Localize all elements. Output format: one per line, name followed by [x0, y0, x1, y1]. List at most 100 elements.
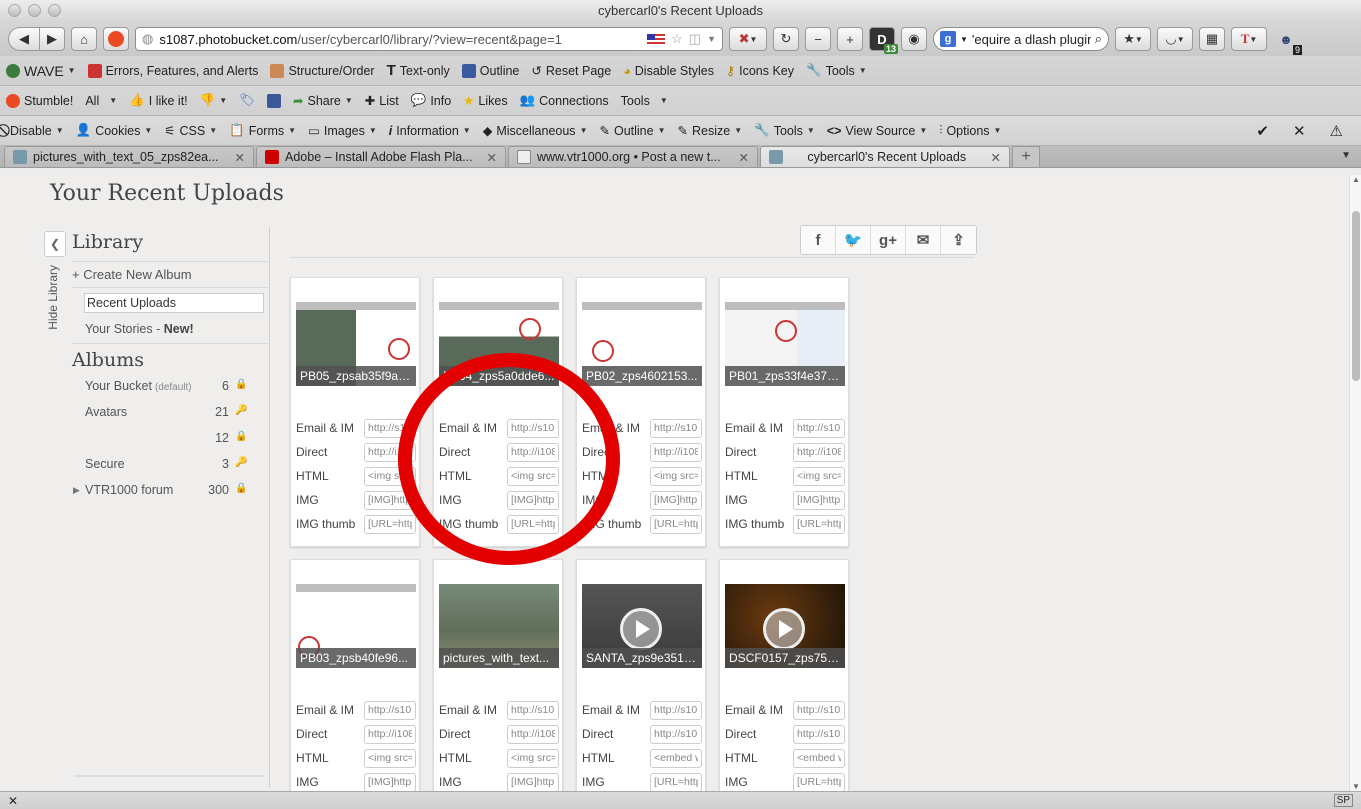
pocket-button[interactable]: ◡ ▼ — [1157, 27, 1193, 51]
media-card[interactable]: PB02_zps4602153... Email & IM Direct HTML IM… — [576, 277, 706, 547]
link-code-field[interactable] — [650, 724, 702, 744]
minimize-window-button[interactable] — [28, 4, 41, 17]
your-stories-link[interactable]: Your Stories - New! — [85, 322, 194, 336]
info-button[interactable]: 💬 Info — [411, 93, 451, 108]
link-code-field[interactable] — [650, 490, 702, 510]
link-code-field[interactable] — [650, 418, 702, 438]
window-grid-button[interactable]: ▦ — [1199, 27, 1225, 51]
link-code-field[interactable] — [507, 466, 559, 486]
disable-styles-button[interactable]: ◕ Disable Styles — [623, 64, 714, 78]
media-card[interactable]: SANTA_zps9e3516... Email & IM Direct HTML IM… — [576, 559, 706, 791]
structure-order-button[interactable]: Structure/Order — [270, 63, 375, 78]
tab-vtr1000[interactable]: www.vtr1000.org • Post a new t... ✕ — [508, 146, 758, 167]
link-code-field[interactable] — [507, 490, 559, 510]
dev-tools-menu[interactable]: 🔧 Tools ▼ — [754, 123, 815, 138]
media-filename[interactable]: PB04_zps5a0dde6... — [439, 366, 559, 386]
link-code-field[interactable] — [650, 748, 702, 768]
media-card[interactable]: PB01_zps33f4e37d... Email & IM Direct HTML I… — [719, 277, 849, 547]
twitter-icon[interactable]: 🐦 — [836, 226, 871, 254]
share-dropdown[interactable]: ➦ Share ▼ — [293, 93, 353, 109]
link-code-field[interactable] — [507, 700, 559, 720]
text-only-button[interactable]: T Text-only — [387, 62, 450, 79]
link-code-field[interactable] — [793, 748, 845, 768]
media-filename[interactable]: DSCF0157_zps75c... — [725, 648, 845, 668]
outline-button[interactable]: Outline — [461, 63, 519, 78]
back-button[interactable]: ◀ — [8, 27, 40, 51]
errors-features-alerts-button[interactable]: Errors, Features, and Alerts — [87, 63, 258, 78]
album-unnamed[interactable]: 12 🔒 — [85, 431, 247, 445]
link-code-field[interactable] — [364, 748, 416, 768]
media-filename[interactable]: pictures_with_text... — [439, 648, 559, 668]
warning-icon[interactable]: ⚠ — [1330, 122, 1343, 140]
search-icon[interactable]: ⌕ — [1095, 31, 1102, 47]
link-code-field[interactable] — [793, 442, 845, 462]
play-icon[interactable] — [763, 608, 805, 650]
share-out-icon[interactable]: ⇪ — [941, 226, 976, 254]
pocket-icon[interactable]: ◫ — [689, 31, 701, 47]
link-code-field[interactable] — [650, 442, 702, 462]
media-filename[interactable]: PB02_zps4602153... — [582, 366, 702, 386]
link-code-field[interactable] — [507, 724, 559, 744]
resize-menu[interactable]: ✎ Resize ▼ — [678, 123, 743, 139]
link-code-field[interactable] — [364, 442, 416, 462]
zoom-window-button[interactable] — [48, 4, 61, 17]
reload-button[interactable]: ↻ — [773, 27, 799, 51]
tab-adobe-flash[interactable]: Adobe – Install Adobe Flash Pla... ✕ — [256, 146, 506, 167]
media-filename[interactable]: PB05_zpsab35f9a8... — [296, 366, 416, 386]
view-source-menu[interactable]: <> View Source ▼ — [827, 124, 927, 138]
link-code-field[interactable] — [364, 772, 416, 791]
connections-button[interactable]: 👥 Connections — [520, 93, 609, 108]
media-filename[interactable]: PB01_zps33f4e37d... — [725, 366, 845, 386]
link-code-field[interactable] — [364, 724, 416, 744]
hide-library-link[interactable]: Hide Library — [46, 265, 60, 330]
collapse-library-button[interactable]: ❮ — [44, 231, 66, 257]
stumble-tools-dropdown[interactable]: Tools ▼ — [621, 94, 668, 108]
scrollbar-thumb[interactable] — [1352, 211, 1360, 381]
wave-menu[interactable]: WAVE ▼ — [6, 63, 76, 79]
link-code-field[interactable] — [364, 466, 416, 486]
dislike-dropdown[interactable]: 👎 ▼ — [200, 93, 228, 108]
search-input[interactable]: g ▼ 'equire a dlash plugin ⌕ — [933, 27, 1109, 51]
media-card[interactable]: PB05_zpsab35f9a8... Email & IM Direct HTML I… — [290, 277, 420, 547]
information-menu[interactable]: i Information ▼ — [389, 124, 471, 138]
link-code-field[interactable] — [650, 466, 702, 486]
url-bar[interactable]: ◍ s1087.photobucket.com/user/cybercarl0/… — [135, 27, 723, 51]
link-code-field[interactable] — [793, 724, 845, 744]
tag-button[interactable]: 🏷 — [239, 93, 255, 108]
link-code-field[interactable] — [507, 418, 559, 438]
url-dropdown-icon[interactable]: ▼ — [707, 34, 716, 44]
link-code-field[interactable] — [507, 772, 559, 791]
recent-uploads-link[interactable]: Recent Uploads — [84, 293, 264, 313]
checkmark-icon[interactable]: ✔ — [1256, 122, 1269, 140]
stumble-button[interactable]: Stumble! — [6, 93, 73, 108]
miscellaneous-menu[interactable]: ◆ Miscellaneous ▼ — [483, 123, 588, 139]
media-card[interactable]: pictures_with_text... Email & IM Direct HTM… — [433, 559, 563, 791]
album-secure[interactable]: Secure 3 🔑 — [85, 457, 247, 471]
album-your-bucket[interactable]: Your Bucket (default) 6 🔒 — [85, 379, 247, 393]
link-code-field[interactable] — [364, 490, 416, 510]
close-window-button[interactable] — [8, 4, 21, 17]
forward-button[interactable]: ▶ — [39, 27, 65, 51]
close-findbar-icon[interactable]: ✕ — [8, 794, 18, 808]
link-code-field[interactable] — [793, 466, 845, 486]
facebook-icon[interactable]: f — [801, 226, 836, 254]
link-code-field[interactable] — [507, 748, 559, 768]
inspect-button[interactable]: ◉ — [901, 27, 927, 51]
wave-tools-menu[interactable]: 🔧 Tools ▼ — [806, 63, 867, 78]
likes-button[interactable]: ★ Likes — [463, 93, 507, 109]
link-code-field[interactable] — [364, 700, 416, 720]
close-tab-icon[interactable]: ✕ — [487, 150, 497, 165]
home-button[interactable]: ⌂ — [71, 27, 97, 51]
window-controls[interactable] — [8, 4, 61, 17]
create-new-album-link[interactable]: + Create New Album — [72, 267, 192, 282]
scroll-up-arrow-icon[interactable]: ▲ — [1352, 175, 1360, 184]
stumbleupon-button[interactable] — [103, 27, 129, 51]
zoom-in-button[interactable]: + — [837, 27, 863, 51]
close-tab-icon[interactable]: ✕ — [235, 150, 245, 165]
link-code-field[interactable] — [364, 418, 416, 438]
media-card[interactable]: DSCF0157_zps75c... Email & IM Direct HTML IM… — [719, 559, 849, 791]
tab-pictures-with-text[interactable]: pictures_with_text_05_zps82ea... ✕ — [4, 146, 254, 167]
options-menu[interactable]: ⫶ Options ▼ — [939, 123, 1001, 138]
icons-key-button[interactable]: ⚷ Icons Key — [726, 63, 794, 79]
images-menu[interactable]: ▭ Images ▼ — [308, 123, 377, 139]
